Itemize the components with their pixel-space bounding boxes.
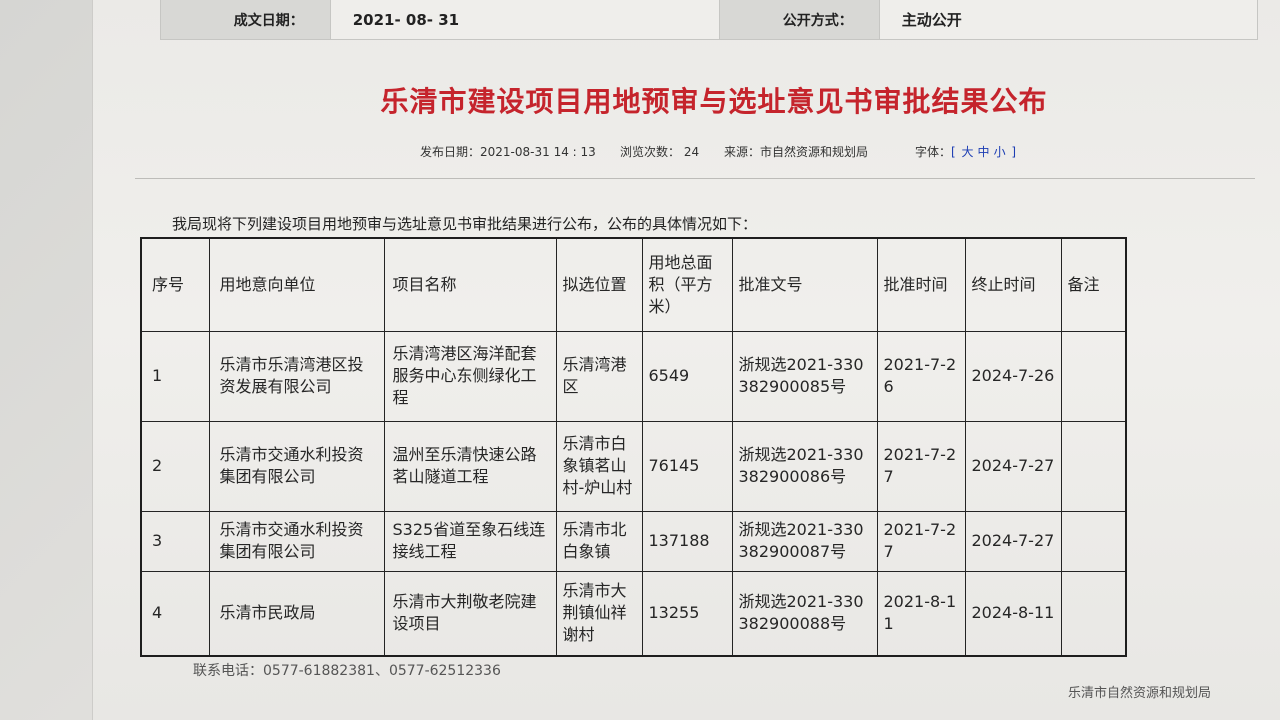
header-approval-no: 批准文号 [731, 237, 878, 332]
header-divider [135, 178, 1255, 179]
cell-approval-date: 2021-7-27 [876, 420, 966, 512]
cell-applicant: 乐清市交通水利投资集团有限公司 [208, 510, 385, 572]
issue-date-label: 成文日期： [161, 0, 331, 39]
font-bracket-close: ] [1011, 145, 1017, 159]
header-seq: 序号 [140, 237, 210, 332]
cell-project: 温州至乐清快速公路茗山隧道工程 [383, 420, 557, 512]
table-row: 3 乐清市交通水利投资集团有限公司 S325省道至象石线连接线工程 乐清市北白象… [140, 510, 1127, 572]
cell-area: 137188 [641, 510, 733, 572]
cell-approval-no: 浙规选2021-330382900088号 [731, 570, 878, 657]
cell-area: 13255 [641, 570, 733, 657]
cell-approval-date: 2021-7-27 [876, 510, 966, 572]
view-count: 浏览次数： 24 [620, 143, 699, 160]
cell-applicant: 乐清市交通水利投资集团有限公司 [208, 420, 385, 512]
issuer-signature: 乐清市自然资源和规划局 [1068, 686, 1212, 701]
cell-expiry-date: 2024-7-27 [964, 510, 1062, 572]
font-size-switcher: 字体：[ 大中小 ] [915, 143, 1016, 160]
header-applicant: 用地意向单位 [208, 237, 385, 332]
view-count-value: 24 [683, 145, 700, 159]
table-row: 4 乐清市民政局 乐清市大荆敬老院建设项目 乐清市大荆镇仙祥谢村 13255 浙… [140, 570, 1127, 657]
font-size-label: 字体： [915, 145, 952, 159]
cell-location: 乐清湾港区 [555, 330, 643, 422]
header-location: 拟选位置 [555, 237, 643, 332]
cell-project: S325省道至象石线连接线工程 [383, 510, 557, 572]
issue-date-value: 2021- 08- 31 [330, 0, 720, 39]
header-expiry-date: 终止时间 [964, 237, 1062, 332]
cell-project: 乐清市大荆敬老院建设项目 [383, 570, 557, 657]
cell-seq: 4 [140, 570, 210, 657]
disclosure-value: 主动公开 [879, 0, 1257, 39]
cell-expiry-date: 2024-7-27 [964, 420, 1062, 512]
cell-remark [1060, 420, 1127, 512]
cell-seq: 2 [140, 420, 210, 512]
document-info-bar: 成文日期： 2021- 08- 31 公开方式： 主动公开 [160, 0, 1258, 40]
cell-location: 乐清市北白象镇 [555, 510, 643, 572]
publish-date-value: 2021-08-31 14 : 13 [480, 145, 596, 159]
header-remark: 备注 [1060, 237, 1127, 332]
font-size-medium-link[interactable]: 中 [978, 145, 990, 159]
disclosure-label: 公开方式： [719, 0, 880, 39]
table-row: 2 乐清市交通水利投资集团有限公司 温州至乐清快速公路茗山隧道工程 乐清市白象镇… [140, 420, 1127, 512]
header-project: 项目名称 [383, 237, 557, 332]
cell-remark [1060, 570, 1127, 657]
cell-location: 乐清市大荆镇仙祥谢村 [555, 570, 643, 657]
cell-approval-no: 浙规选2021-330382900086号 [731, 420, 878, 512]
font-bracket-open: [ [951, 145, 956, 159]
cell-expiry-date: 2024-8-11 [964, 570, 1062, 657]
cell-remark [1060, 330, 1127, 422]
font-size-small-link[interactable]: 小 [994, 145, 1006, 159]
header-area: 用地总面积（平方米） [641, 237, 733, 332]
intro-paragraph: 我局现将下列建设项目用地预审与选址意见书审批结果进行公布，公布的具体情况如下： [172, 215, 758, 233]
cell-project: 乐清湾港区海洋配套服务中心东侧绿化工程 [383, 330, 557, 422]
source-label: 来源： [724, 145, 761, 159]
cell-seq: 1 [140, 330, 210, 422]
cell-approval-date: 2021-8-11 [876, 570, 966, 657]
cell-approval-no: 浙规选2021-330382900087号 [731, 510, 878, 572]
publish-date-label: 发布日期： [420, 145, 481, 159]
cell-applicant: 乐清市乐清湾港区投资发展有限公司 [208, 330, 385, 422]
cell-expiry-date: 2024-7-26 [964, 330, 1062, 422]
cell-area: 6549 [641, 330, 733, 422]
header-approval-date: 批准时间 [876, 237, 966, 332]
cell-applicant: 乐清市民政局 [208, 570, 385, 657]
font-size-large-link[interactable]: 大 [962, 145, 974, 159]
source: 来源：市自然资源和规划局 [724, 143, 868, 160]
cell-seq: 3 [140, 510, 210, 572]
table-header-row: 序号 用地意向单位 项目名称 拟选位置 用地总面积（平方米） 批准文号 批准时间… [140, 237, 1127, 332]
page-title: 乐清市建设项目用地预审与选址意见书审批结果公布 [380, 85, 1048, 118]
cell-approval-no: 浙规选2021-330382900085号 [731, 330, 878, 422]
source-value: 市自然资源和规划局 [760, 145, 869, 159]
cell-location: 乐清市白象镇茗山村-炉山村 [555, 420, 643, 512]
cell-area: 76145 [641, 420, 733, 512]
contact-phone: 联系电话：0577-61882381、0577-62512336 [193, 663, 501, 679]
cell-remark [1060, 510, 1127, 572]
approval-results-table: 序号 用地意向单位 项目名称 拟选位置 用地总面积（平方米） 批准文号 批准时间… [140, 237, 1127, 657]
table-row: 1 乐清市乐清湾港区投资发展有限公司 乐清湾港区海洋配套服务中心东侧绿化工程 乐… [140, 330, 1127, 422]
cell-approval-date: 2021-7-26 [876, 330, 966, 422]
view-count-label: 浏览次数： [620, 145, 681, 159]
publish-date: 发布日期：2021-08-31 14 : 13 [420, 143, 596, 160]
